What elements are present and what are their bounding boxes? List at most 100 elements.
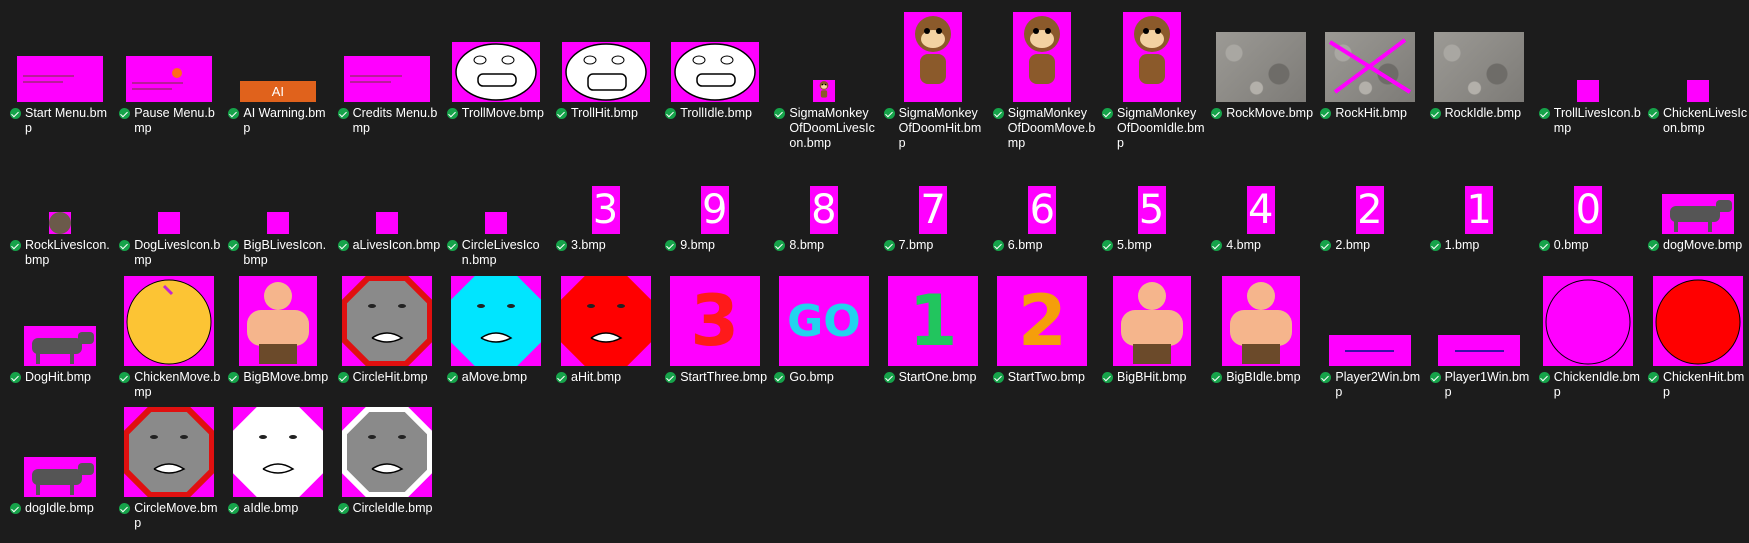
sync-status-check-icon [883,108,895,119]
monkey-icon [819,80,829,98]
file-item[interactable]: ChickenHit.bmp [1643,269,1749,399]
monkey-icon [915,16,952,84]
file-label: CircleHit.bmp [337,370,442,385]
file-item[interactable]: RockHit.bmp [1315,5,1424,133]
file-item[interactable]: DogLivesIcon.bmp [114,137,223,268]
file-thumbnail [1324,32,1415,102]
file-item[interactable]: 7 7.bmp [879,137,988,265]
file-item[interactable]: SigmaMonkeyOfDoomHit.bmp [879,5,988,150]
sync-status-check-icon [337,240,349,251]
file-name: Credits Menu.bmp [352,106,438,135]
file-label: ChickenLivesIcon.bmp [1648,106,1749,136]
digit-glyph: 2 [1357,187,1383,233]
file-item[interactable]: ChickenMove.bmp [114,269,223,399]
file-item[interactable]: 9 9.bmp [660,137,769,265]
file-thumbnail-area: 6 [993,142,1092,234]
bigb-icon [246,282,309,364]
file-item[interactable]: ChickenIdle.bmp [1534,269,1643,399]
file-name: aMove.bmp [461,370,528,384]
file-item[interactable]: 5 5.bmp [1097,137,1206,265]
file-item[interactable]: RockMove.bmp [1206,5,1315,133]
file-label: BigBHit.bmp [1102,370,1206,385]
file-thumbnail-area: AI [228,10,327,102]
file-name: 1.bmp [1444,238,1480,252]
file-item[interactable]: SigmaMonkeyOfDoomLivesIcon.bmp [769,5,878,150]
file-name: ChickenIdle.bmp [1553,370,1640,399]
file-thumbnail-area: GO [774,274,873,366]
file-item[interactable]: RockIdle.bmp [1425,5,1534,133]
ai-label: AI [239,81,316,102]
file-item[interactable]: aHit.bmp [551,269,660,397]
file-thumbnail-area [665,10,764,102]
file-item[interactable]: 2 StartTwo.bmp [988,269,1097,397]
file-item[interactable]: SigmaMonkeyOfDoomMove.bmp [988,5,1097,150]
file-item[interactable]: Player2Win.bmp [1315,269,1424,399]
file-thumbnail-area: 5 [1102,142,1201,234]
file-item[interactable]: TrollHit.bmp [551,5,660,133]
sync-status-check-icon [446,108,458,119]
file-name: ChickenLivesIcon.bmp [1663,106,1748,135]
file-item[interactable]: CircleHit.bmp [333,269,442,397]
sync-status-check-icon [1429,240,1441,251]
file-label: 4.bmp [1211,238,1315,253]
file-item[interactable]: TrollMove.bmp [442,5,551,133]
file-item[interactable]: 1 StartOne.bmp [879,269,988,397]
file-thumbnail-area [1211,274,1310,366]
file-item[interactable]: DogHit.bmp [5,269,114,397]
file-label: aLivesIcon.bmp [337,238,442,253]
file-item[interactable]: 1 1.bmp [1425,137,1534,265]
file-item[interactable]: TrollIdle.bmp [660,5,769,133]
file-item[interactable]: BigBMove.bmp [223,269,332,397]
file-label: BigBIdle.bmp [1211,370,1315,385]
file-item[interactable]: 0 0.bmp [1534,137,1643,265]
digit-glyph: 4 [1247,187,1274,233]
file-item[interactable]: 8 8.bmp [769,137,878,265]
file-item[interactable]: 3 3.bmp [551,137,660,265]
file-item[interactable]: BigBIdle.bmp [1206,269,1315,397]
file-label: BigBLivesIcon.bmp [228,238,332,268]
file-item[interactable]: CircleMove.bmp [114,400,223,530]
file-item[interactable]: CircleLivesIcon.bmp [442,137,551,267]
file-item[interactable]: Pause Menu.bmp [114,5,223,135]
file-item[interactable]: AI AI Warning.bmp [223,5,332,135]
file-thumbnail: 0 [1574,186,1603,234]
file-item[interactable]: aLivesIcon.bmp [333,137,442,265]
file-thumbnail [48,212,71,234]
file-item[interactable]: GO Go.bmp [769,269,878,397]
file-item[interactable]: Start Menu.bmp [5,5,114,135]
sync-status-check-icon [228,372,240,383]
file-item[interactable]: ChickenLivesIcon.bmp [1643,5,1749,136]
file-item[interactable]: BigBHit.bmp [1097,269,1206,397]
file-name: Player2Win.bmp [1335,370,1421,399]
file-label: DogHit.bmp [10,370,114,385]
file-item[interactable]: 2 2.bmp [1315,137,1424,265]
file-thumbnail-area [774,10,873,102]
file-item[interactable]: 3 StartThree.bmp [660,269,769,397]
file-item[interactable]: SigmaMonkeyOfDoomIdle.bmp [1097,5,1206,150]
file-label: Credits Menu.bmp [337,106,442,136]
file-label: RockMove.bmp [1211,106,1315,121]
troll-face-icon [673,43,756,101]
file-item[interactable]: CircleIdle.bmp [333,400,442,528]
file-thumbnail-area: 4 [1211,142,1310,234]
file-item[interactable]: 4 4.bmp [1206,137,1315,265]
file-thumbnail-area [10,10,109,102]
file-thumbnail-area [119,274,218,366]
file-thumbnail: 4 [1246,186,1275,234]
file-thumbnail-area [993,10,1092,102]
file-label: StartOne.bmp [883,370,988,385]
file-item[interactable]: dogIdle.bmp [5,400,114,528]
file-item[interactable]: Player1Win.bmp [1425,269,1534,399]
file-thumbnail [904,12,963,102]
file-item[interactable]: TrollLivesIcon.bmp [1534,5,1643,135]
file-item[interactable]: aIdle.bmp [223,400,332,528]
file-item[interactable]: aMove.bmp [442,269,551,397]
file-item[interactable]: dogMove.bmp [1643,137,1749,265]
file-item[interactable]: 6 6.bmp [988,137,1097,265]
sync-status-check-icon [1429,108,1441,119]
file-item[interactable]: BigBLivesIcon.bmp [223,137,332,268]
file-item[interactable]: RockLivesIcon.bmp [5,137,114,267]
file-name: StartTwo.bmp [1007,370,1085,384]
file-label: DogLivesIcon.bmp [119,238,223,268]
file-item[interactable]: Credits Menu.bmp [333,5,442,136]
